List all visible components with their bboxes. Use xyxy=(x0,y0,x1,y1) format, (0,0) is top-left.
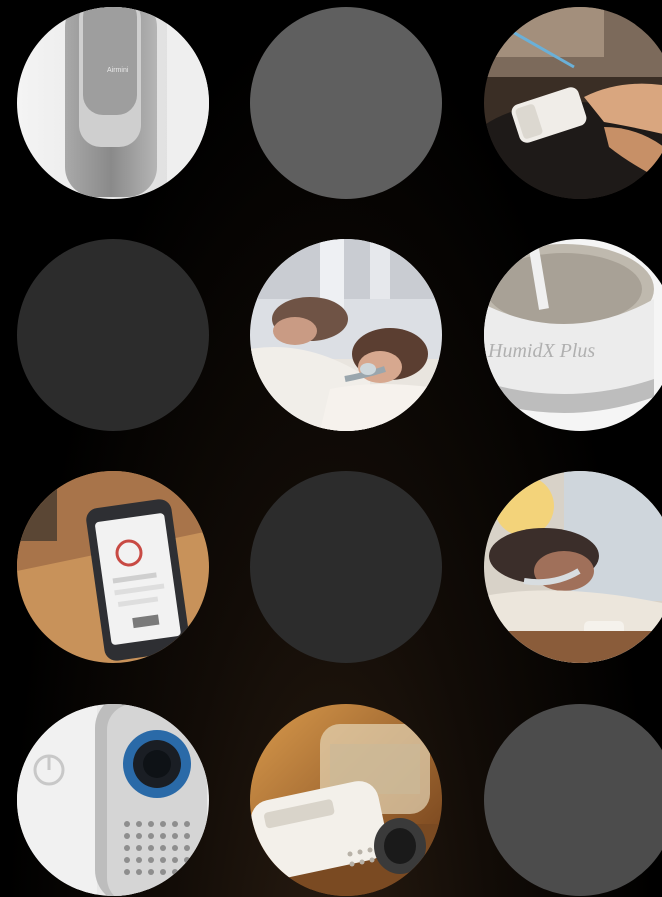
photo-phone-app-on-table[interactable] xyxy=(17,471,209,663)
photo-humidx-plus-closeup[interactable]: HumidX Plus xyxy=(484,239,662,431)
placeholder-circle-mid-gray xyxy=(250,7,442,199)
humidx-brand-text: HumidX Plus xyxy=(487,340,595,362)
photo-device-front-button[interactable] xyxy=(17,704,209,896)
woman-sleeping-image xyxy=(484,471,662,663)
packing-bag-image xyxy=(484,7,662,199)
device-side-image: Airmini xyxy=(17,7,209,199)
device-front-image xyxy=(17,704,209,896)
device-brand-text: Airmini xyxy=(107,67,129,74)
placeholder-circle-dark-2 xyxy=(250,471,442,663)
image-gallery-grid: Airmini HumidX Plus xyxy=(0,0,662,897)
placeholder-circle-gray xyxy=(484,704,662,896)
placeholder-circle-dark xyxy=(17,239,209,431)
photo-couple-sleeping-mask[interactable] xyxy=(250,239,442,431)
photo-device-on-nightstand[interactable] xyxy=(250,704,442,896)
photo-woman-sleeping-mask[interactable] xyxy=(484,471,662,663)
humidx-plus-image: HumidX Plus xyxy=(484,239,662,431)
photo-device-side-closeup[interactable]: Airmini xyxy=(17,7,209,199)
phone-app-image xyxy=(17,471,209,663)
photo-device-packing-bag[interactable] xyxy=(484,7,662,199)
couple-sleeping-image xyxy=(250,239,442,431)
nightstand-device-image xyxy=(250,704,442,896)
